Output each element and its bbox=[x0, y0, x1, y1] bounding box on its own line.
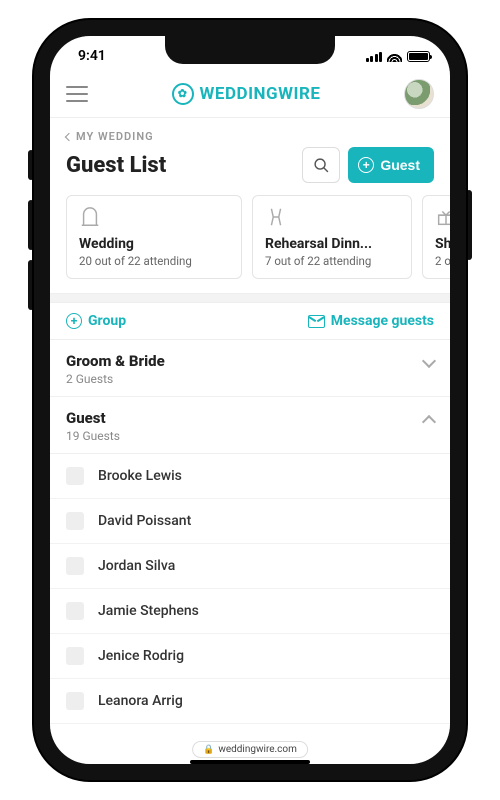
chevron-left-icon bbox=[65, 132, 73, 140]
event-card-wedding[interactable]: Wedding 20 out of 22 attending bbox=[66, 195, 242, 279]
section-title: Guest bbox=[66, 409, 434, 427]
status-icons bbox=[366, 51, 431, 62]
divider bbox=[50, 293, 450, 303]
url-bar[interactable]: 🔒 weddingwire.com bbox=[192, 741, 308, 758]
screen: 9:41 ✿ WEDDINGWIRE bbox=[50, 36, 450, 764]
add-group-label: Group bbox=[88, 313, 126, 329]
url-text: weddingwire.com bbox=[218, 744, 297, 755]
guest-row[interactable]: Brooke Lewis bbox=[50, 454, 450, 499]
brand-logo-link[interactable]: ✿ WEDDINGWIRE bbox=[172, 83, 321, 105]
section-title: Groom & Bride bbox=[66, 352, 434, 370]
section-subtitle: 19 Guests bbox=[66, 429, 434, 443]
search-button[interactable] bbox=[302, 147, 340, 183]
breadcrumb-label: MY WEDDING bbox=[76, 130, 154, 143]
section-groom-bride[interactable]: Groom & Bride 2 Guests bbox=[50, 340, 450, 397]
event-name: Rehearsal Dinn... bbox=[265, 236, 399, 252]
add-guest-button[interactable]: + Guest bbox=[348, 147, 434, 183]
section-subtitle: 2 Guests bbox=[66, 372, 434, 386]
page-title: Guest List bbox=[66, 153, 166, 178]
checkbox[interactable] bbox=[66, 512, 84, 530]
event-card-rehearsal[interactable]: Rehearsal Dinn... 7 out of 22 attending bbox=[252, 195, 412, 279]
guest-name: David Poissant bbox=[98, 513, 191, 529]
content-scroll[interactable]: MY WEDDING Guest List + Guest bbox=[50, 118, 450, 764]
device-frame: 9:41 ✿ WEDDINGWIRE bbox=[0, 0, 500, 800]
event-subtitle: 20 out of 22 attending bbox=[79, 254, 229, 268]
arch-icon bbox=[79, 206, 229, 230]
title-actions: + Guest bbox=[302, 147, 434, 183]
status-time: 9:41 bbox=[78, 48, 106, 64]
gifts-icon bbox=[435, 206, 450, 230]
guest-name: Leanora Arrig bbox=[98, 693, 183, 709]
glasses-icon bbox=[265, 206, 399, 230]
home-indicator[interactable] bbox=[190, 760, 310, 764]
guest-name: Brooke Lewis bbox=[98, 468, 182, 484]
event-subtitle: 7 out of 22 attending bbox=[265, 254, 399, 268]
checkbox[interactable] bbox=[66, 602, 84, 620]
plus-circle-icon: + bbox=[66, 313, 82, 329]
wifi-icon bbox=[387, 51, 402, 62]
checkbox[interactable] bbox=[66, 467, 84, 485]
guest-row[interactable]: Leanora Arrig bbox=[50, 679, 450, 724]
event-subtitle: 2 out bbox=[435, 254, 450, 268]
guest-name: Jenice Rodrig bbox=[98, 648, 184, 664]
event-name: Show bbox=[435, 236, 450, 252]
menu-button[interactable] bbox=[66, 86, 88, 102]
message-guests-button[interactable]: Message guests bbox=[308, 313, 434, 329]
envelope-icon bbox=[308, 315, 325, 328]
add-group-button[interactable]: + Group bbox=[66, 313, 126, 329]
plus-circle-icon: + bbox=[358, 157, 374, 173]
avatar[interactable] bbox=[404, 79, 434, 109]
message-guests-label: Message guests bbox=[331, 313, 434, 329]
lock-icon: 🔒 bbox=[203, 745, 214, 755]
brand-logo-icon: ✿ bbox=[172, 83, 194, 105]
guest-name: Jordan Silva bbox=[98, 558, 175, 574]
guest-row[interactable]: Jordan Silva bbox=[50, 544, 450, 589]
event-card-shower[interactable]: Show 2 out bbox=[422, 195, 450, 279]
guest-row[interactable]: David Poissant bbox=[50, 499, 450, 544]
section-guest[interactable]: Guest 19 Guests bbox=[50, 397, 450, 454]
phone-body: 9:41 ✿ WEDDINGWIRE bbox=[34, 20, 466, 780]
group-actions-row: + Group Message guests bbox=[50, 303, 450, 340]
checkbox[interactable] bbox=[66, 557, 84, 575]
checkbox[interactable] bbox=[66, 692, 84, 710]
page-title-row: Guest List + Guest bbox=[50, 145, 450, 195]
guest-row[interactable]: Jamie Stephens bbox=[50, 589, 450, 634]
cellular-icon bbox=[366, 51, 383, 62]
add-guest-label: Guest bbox=[380, 157, 420, 173]
power-button bbox=[466, 190, 472, 260]
event-name: Wedding bbox=[79, 236, 229, 252]
battery-icon bbox=[407, 51, 430, 62]
guest-name: Jamie Stephens bbox=[98, 603, 199, 619]
search-icon bbox=[313, 157, 330, 174]
event-scroller[interactable]: Wedding 20 out of 22 attending Rehearsal… bbox=[50, 195, 450, 293]
notch bbox=[165, 36, 335, 64]
breadcrumb[interactable]: MY WEDDING bbox=[50, 118, 450, 145]
brand-name: WEDDINGWIRE bbox=[200, 84, 321, 104]
checkbox[interactable] bbox=[66, 647, 84, 665]
app-header: ✿ WEDDINGWIRE bbox=[50, 70, 450, 118]
guest-row[interactable]: Jenice Rodrig bbox=[50, 634, 450, 679]
